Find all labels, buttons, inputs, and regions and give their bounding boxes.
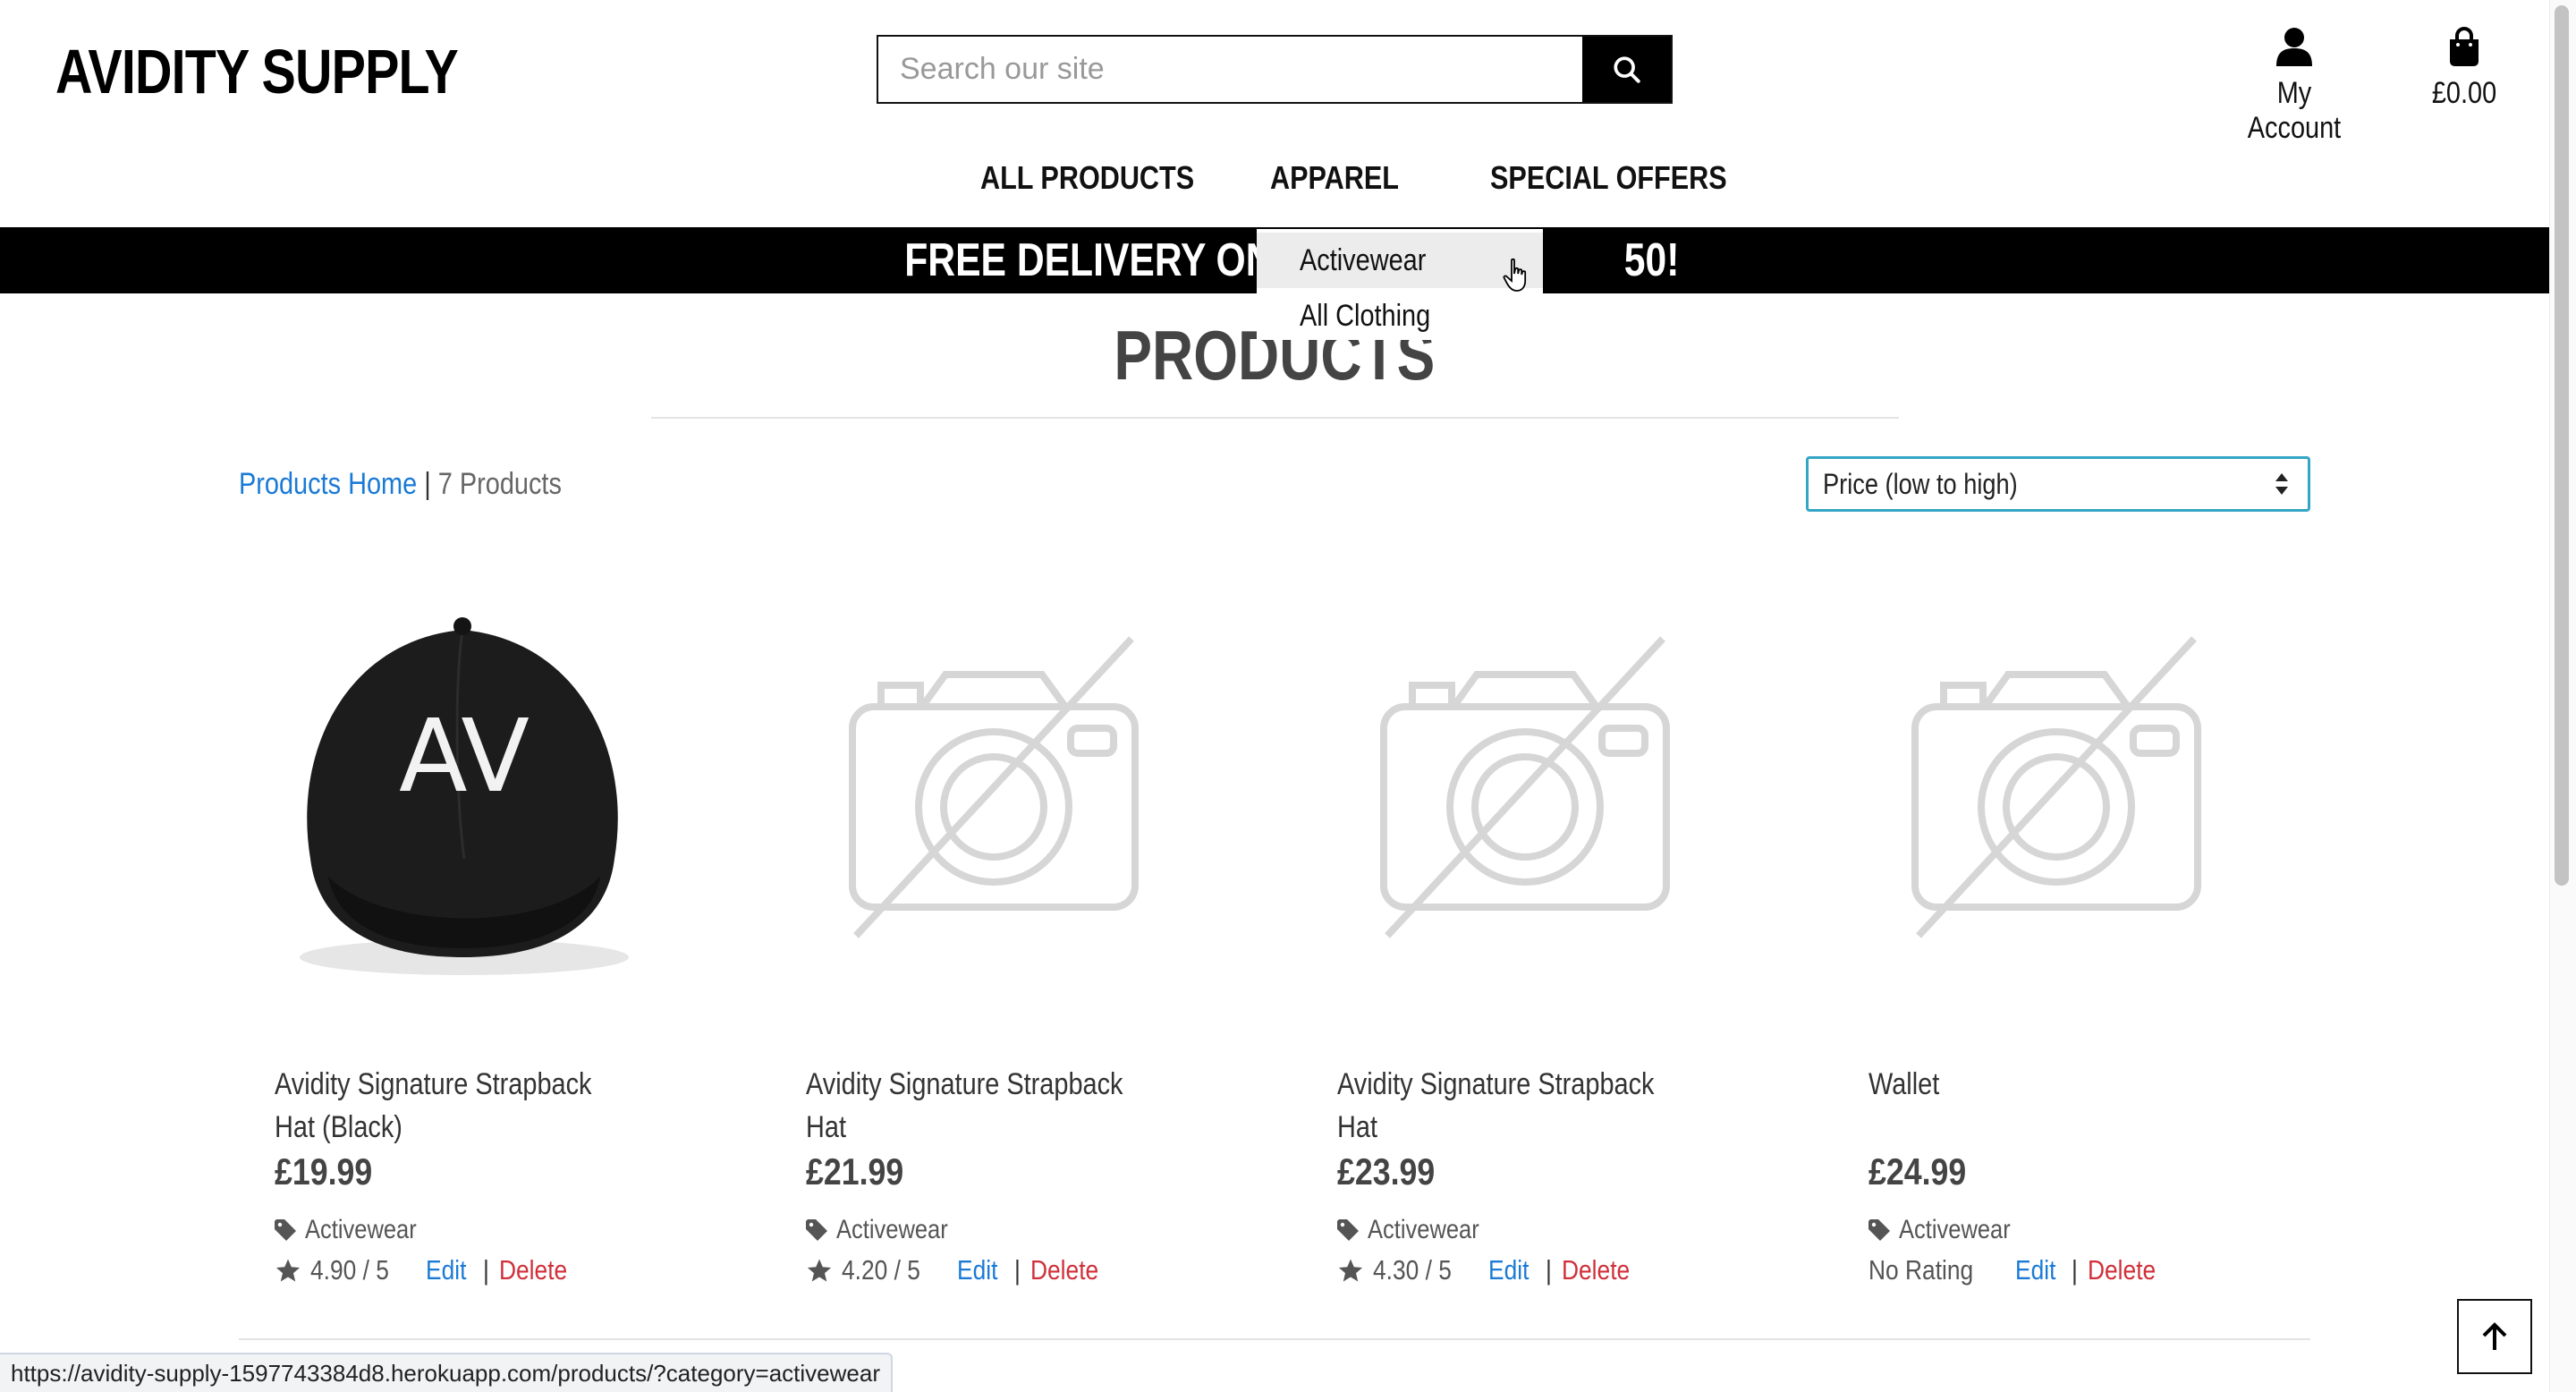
product-name[interactable]: Avidity Signature Strapback Hat: [806, 1063, 1199, 1149]
hand-cursor-icon: [1503, 258, 1527, 292]
star-icon: [275, 1259, 301, 1282]
delete-link[interactable]: Delete: [1030, 1254, 1098, 1286]
action-separator: |: [1545, 1254, 1552, 1286]
product-rating: 4.30 / 5: [1373, 1254, 1452, 1286]
product-category[interactable]: Activewear: [275, 1215, 436, 1245]
user-icon: [2276, 28, 2312, 66]
action-separator: |: [1013, 1254, 1021, 1286]
shopping-bag-icon: [2450, 27, 2479, 66]
product-price: £21.99: [806, 1150, 904, 1193]
action-separator: |: [2072, 1254, 2079, 1286]
product-category[interactable]: Activewear: [1337, 1215, 1499, 1245]
sort-selected-value: Price (low to high): [1823, 468, 2018, 500]
nav-all-products[interactable]: ALL PRODUCTS: [980, 159, 1194, 197]
product-rating-row: No Rating Edit | Delete: [1868, 1254, 2168, 1286]
heading-divider: [651, 417, 1899, 419]
edit-link[interactable]: Edit: [957, 1254, 997, 1286]
breadcrumb-separator: |: [424, 467, 431, 501]
cart-link[interactable]: £0.00: [2415, 27, 2513, 111]
tag-icon: [1868, 1219, 1890, 1241]
banner-text-right: 50!: [1623, 234, 1680, 286]
sort-select[interactable]: Price (low to high): [1806, 456, 2310, 512]
product-image-placeholder[interactable]: [1833, 573, 2280, 1002]
edit-link[interactable]: Edit: [426, 1254, 466, 1286]
delete-link[interactable]: Delete: [1562, 1254, 1630, 1286]
product-rating: 4.90 / 5: [310, 1254, 389, 1286]
edit-link[interactable]: Edit: [2015, 1254, 2055, 1286]
no-image-camera-icon: [849, 636, 1139, 938]
cap-logo-text: AV: [399, 699, 530, 815]
nav-special-offers[interactable]: SPECIAL OFFERS: [1490, 159, 1727, 197]
product-rating-row: 4.20 / 5 Edit | Delete: [806, 1254, 1111, 1286]
tag-icon: [1337, 1219, 1359, 1241]
product-price: £19.99: [275, 1150, 373, 1193]
product-rating: No Rating: [1868, 1254, 1974, 1286]
delete-link[interactable]: Delete: [2088, 1254, 2156, 1286]
arrow-up-icon: [2482, 1322, 2507, 1350]
back-to-top-button[interactable]: [2457, 1299, 2532, 1374]
my-account-link[interactable]: My Account: [2227, 27, 2361, 146]
nav-apparel[interactable]: APPAREL: [1270, 159, 1399, 197]
black-cap-image: AV: [300, 617, 629, 975]
scrollbar-thumb[interactable]: [2555, 5, 2569, 886]
product-card[interactable]: Wallet £24.99 Activewear No Rating Edit …: [1833, 573, 2280, 1286]
tag-icon: [806, 1219, 827, 1241]
product-image-cap[interactable]: AV: [239, 573, 686, 1002]
products-home-link[interactable]: Products Home: [239, 467, 417, 501]
search-icon: [1613, 55, 1640, 83]
product-name[interactable]: Wallet: [1868, 1063, 2262, 1106]
banner-text-left: FREE DELIVERY ON: [904, 234, 1274, 286]
product-card[interactable]: AV Avidity Signature Strapback Hat (Blac…: [239, 573, 686, 1286]
product-image-placeholder[interactable]: [770, 573, 1217, 1002]
breadcrumb: Products Home | 7 Products: [239, 467, 562, 502]
search-input[interactable]: [878, 37, 1582, 102]
product-price: £23.99: [1337, 1150, 1436, 1193]
site-logo[interactable]: AVIDITY SUPPLY: [55, 36, 459, 107]
dropdown-item-activewear[interactable]: Activewear: [1257, 233, 1543, 288]
product-name[interactable]: Avidity Signature Strapback Hat: [1337, 1063, 1731, 1149]
product-rating-row: 4.90 / 5 Edit | Delete: [275, 1254, 580, 1286]
select-arrows-icon: [2275, 473, 2288, 495]
star-icon: [1338, 1259, 1363, 1282]
product-count: 7 Products: [437, 467, 562, 501]
no-image-camera-icon: [1911, 636, 2201, 938]
product-price: £24.99: [1868, 1150, 1967, 1193]
delete-link[interactable]: Delete: [499, 1254, 567, 1286]
apparel-dropdown-menu: Activewear All Clothing: [1257, 229, 1543, 340]
dropdown-item-all-clothing[interactable]: All Clothing: [1257, 288, 1543, 344]
product-rating: 4.20 / 5: [842, 1254, 920, 1286]
product-image-placeholder[interactable]: [1301, 573, 1749, 1002]
product-card[interactable]: Avidity Signature Strapback Hat £21.99 A…: [770, 573, 1217, 1286]
product-name[interactable]: Avidity Signature Strapback Hat (Black): [275, 1063, 668, 1149]
product-card[interactable]: Avidity Signature Strapback Hat £23.99 A…: [1301, 573, 1749, 1286]
products-divider: [239, 1338, 2310, 1340]
product-category[interactable]: Activewear: [1868, 1215, 2030, 1245]
no-image-camera-icon: [1380, 636, 1670, 938]
search-form: [877, 35, 1673, 104]
action-separator: |: [482, 1254, 489, 1286]
cart-total: £0.00: [2431, 76, 2497, 110]
product-rating-row: 4.30 / 5 Edit | Delete: [1337, 1254, 1642, 1286]
my-account-label: My Account: [2247, 76, 2342, 145]
search-button[interactable]: [1582, 37, 1671, 102]
star-icon: [807, 1259, 832, 1282]
edit-link[interactable]: Edit: [1488, 1254, 1529, 1286]
status-bar-url: https://avidity-supply-1597743384d8.hero…: [0, 1353, 893, 1392]
product-category[interactable]: Activewear: [806, 1215, 968, 1245]
tag-icon: [275, 1219, 296, 1241]
